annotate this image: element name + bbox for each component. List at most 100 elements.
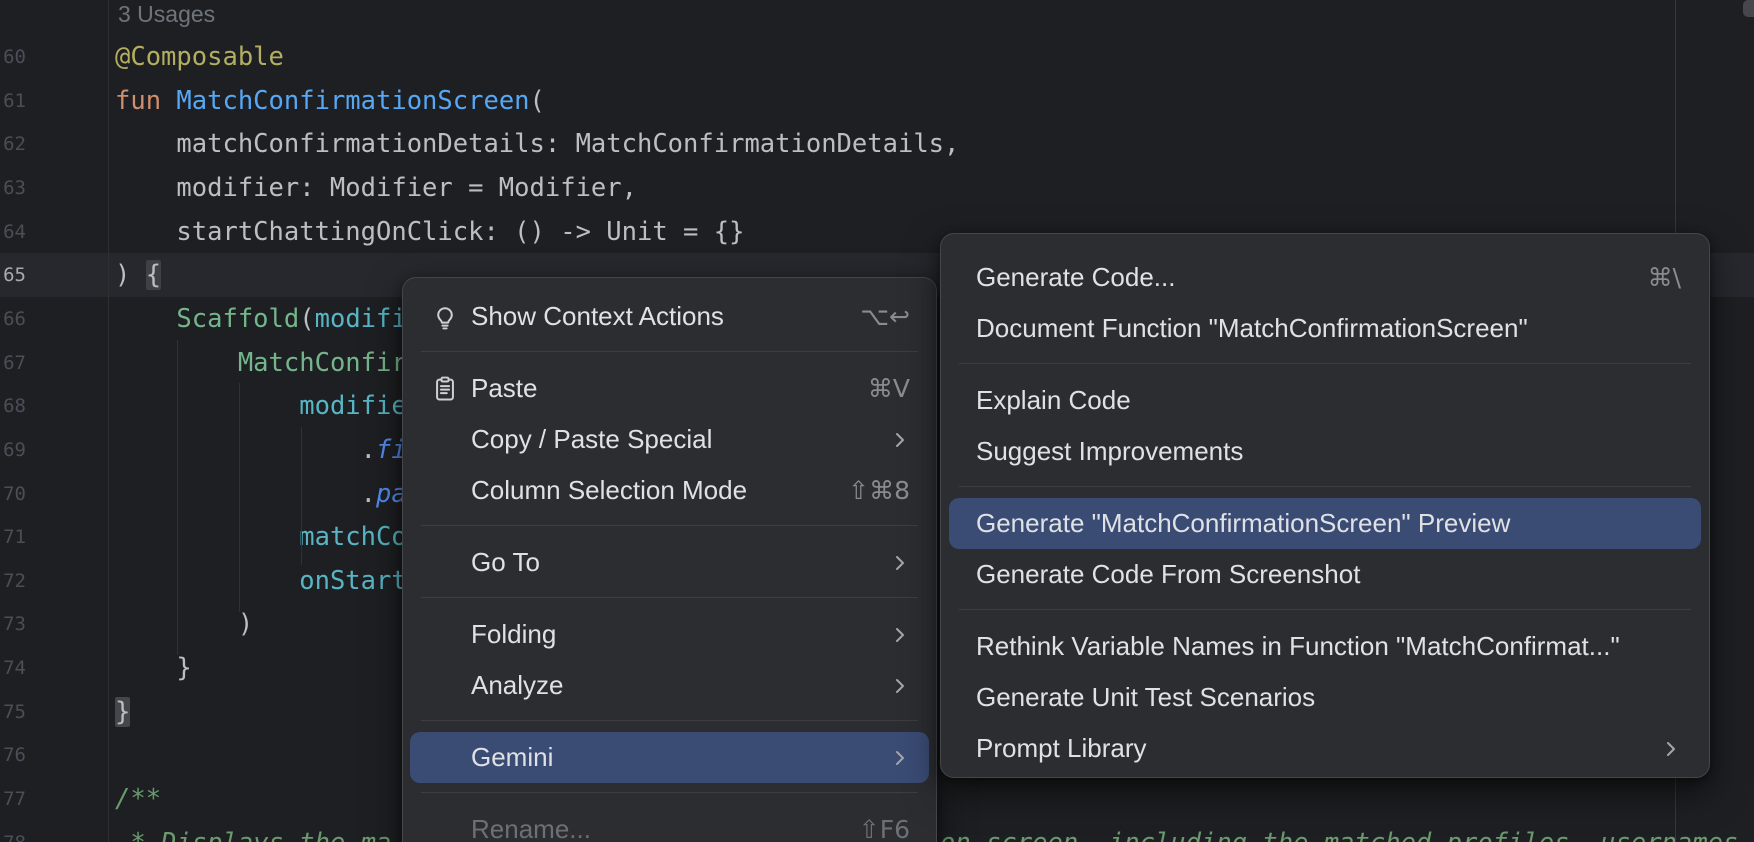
code-text: matchConfirmationDetails: MatchConfirmat… <box>115 122 959 166</box>
lightbulb-icon <box>431 303 471 331</box>
menu-item-show-context-actions[interactable]: Show Context Actions⌥↩ <box>403 291 936 342</box>
code-line: 61 fun MatchConfirmationScreen( <box>0 79 1754 123</box>
code-segment: } <box>115 653 192 683</box>
scrollbar-thumb[interactable] <box>1743 0 1754 17</box>
menu-item-label: Generate Code From Screenshot <box>976 559 1681 590</box>
code-text: ) <box>115 602 253 646</box>
menu-item-paste[interactable]: Paste⌘V <box>403 363 936 414</box>
code-segment: /** <box>115 784 161 814</box>
menu-item-shortcut: ⌥↩ <box>860 302 910 331</box>
editor-context-menu: Show Context Actions⌥↩Paste⌘VCopy / Past… <box>402 277 937 842</box>
chevron-right-icon <box>890 430 910 450</box>
code-segment: ) <box>115 260 146 290</box>
menu-item-label: Explain Code <box>976 385 1681 416</box>
menu-item-column-selection-mode[interactable]: Column Selection Mode⇧⌘8 <box>403 465 936 516</box>
line-number: 73 <box>3 602 26 646</box>
menu-separator <box>421 792 918 793</box>
code-text: startChattingOnClick: () -> Unit = {} <box>115 210 744 254</box>
line-number: 70 <box>3 472 26 516</box>
chevron-right-icon <box>890 748 910 768</box>
menu-item-label: Generate "MatchConfirmationScreen" Previ… <box>976 508 1681 539</box>
menu-item-label: Generate Code... <box>976 262 1648 293</box>
menu-item-shortcut: ⌘\ <box>1648 263 1681 292</box>
menu-item-label: Column Selection Mode <box>471 475 848 506</box>
chevron-right-icon <box>890 553 910 573</box>
code-segment: modifier: Modifier = Modifier, <box>115 173 637 203</box>
menu-item-analyze[interactable]: Analyze <box>403 660 936 711</box>
menu-separator <box>421 720 918 721</box>
menu-item-explain-code[interactable]: Explain Code <box>941 375 1709 426</box>
menu-item-gemini[interactable]: Gemini <box>410 732 929 783</box>
line-number: 78 <box>3 821 26 842</box>
code-segment <box>115 304 176 334</box>
menu-item-label: Generate Unit Test Scenarios <box>976 682 1681 713</box>
indent-guide <box>301 427 302 565</box>
line-number: 72 <box>3 559 26 603</box>
chevron-right-icon <box>890 625 910 645</box>
menu-separator <box>421 351 918 352</box>
line-number: 76 <box>3 733 26 777</box>
code-segment: matchConfirmationDetails: MatchConfirmat… <box>115 129 959 159</box>
menu-item-folding[interactable]: Folding <box>403 609 936 660</box>
menu-item-shortcut: ⇧F6 <box>859 815 910 842</box>
line-number: 69 <box>3 428 26 472</box>
code-line: 62 matchConfirmationDetails: MatchConfir… <box>0 122 1754 166</box>
code-segment <box>115 391 299 421</box>
line-number: 65 <box>3 253 26 297</box>
line-number: 64 <box>3 210 26 254</box>
menu-item-rethink-variable-names-in-function-matchconfirmat[interactable]: Rethink Variable Names in Function "Matc… <box>941 621 1709 672</box>
line-number: 61 <box>3 79 26 123</box>
menu-item-generate-code[interactable]: Generate Code...⌘\ <box>941 252 1709 303</box>
menu-item-label: Folding <box>471 619 890 650</box>
line-number: 63 <box>3 166 26 210</box>
menu-item-generate-matchconfirmationscreen-preview[interactable]: Generate "MatchConfirmationScreen" Previ… <box>949 498 1701 549</box>
menu-separator <box>421 525 918 526</box>
menu-separator <box>421 597 918 598</box>
gemini-submenu: Generate Code...⌘\Document Function "Mat… <box>940 233 1710 778</box>
code-segment: startChattingOnClick: () -> Unit = {} <box>115 217 744 247</box>
code-text: } <box>115 646 192 690</box>
menu-item-document-function-matchconfirmationscreen[interactable]: Document Function "MatchConfirmationScre… <box>941 303 1709 354</box>
usages-inlay-hint[interactable]: 3 Usages <box>118 0 215 28</box>
line-number: 75 <box>3 690 26 734</box>
code-segment: * Displays the ma <box>115 821 391 842</box>
code-line: 60@Composable <box>0 35 1754 79</box>
indent-guide <box>177 340 178 655</box>
menu-item-shortcut: ⌘V <box>868 374 910 403</box>
code-segment: MatchConfirmationScreen <box>176 86 529 116</box>
ide-editor-screen: 3 Usages 60@Composable61 fun MatchConfirm… <box>0 0 1754 842</box>
code-segment: ( <box>530 86 545 116</box>
menu-item-prompt-library[interactable]: Prompt Library <box>941 723 1709 774</box>
menu-item-copy-paste-special[interactable]: Copy / Paste Special <box>403 414 936 465</box>
line-number: 66 <box>3 297 26 341</box>
menu-item-label: Suggest Improvements <box>976 436 1681 467</box>
code-segment: on screen, including the matched profile… <box>940 821 1754 842</box>
code-line: 63 modifier: Modifier = Modifier, <box>0 166 1754 210</box>
menu-item-label: Gemini <box>471 742 890 773</box>
menu-separator <box>959 363 1691 364</box>
menu-item-generate-code-from-screenshot[interactable]: Generate Code From Screenshot <box>941 549 1709 600</box>
code-text: @Composable <box>115 35 284 79</box>
code-segment: . <box>115 479 376 509</box>
menu-item-label: Go To <box>471 547 890 578</box>
chevron-right-icon <box>890 676 910 696</box>
menu-item-label: Paste <box>471 373 868 404</box>
menu-item-go-to[interactable]: Go To <box>403 537 936 588</box>
chevron-right-icon <box>1661 739 1681 759</box>
menu-item-rename[interactable]: Rename...⇧F6 <box>403 804 936 842</box>
menu-item-label: Rethink Variable Names in Function "Matc… <box>976 631 1681 662</box>
code-segment: ) <box>115 609 253 639</box>
line-number: 77 <box>3 777 26 821</box>
code-segment <box>115 522 299 552</box>
line-number: 74 <box>3 646 26 690</box>
line-number: 71 <box>3 515 26 559</box>
code-segment: { <box>146 260 161 290</box>
menu-item-label: Analyze <box>471 670 890 701</box>
menu-separator <box>959 486 1691 487</box>
code-text: modifier: Modifier = Modifier, <box>115 166 637 210</box>
code-text: fun MatchConfirmationScreen( <box>115 79 545 123</box>
menu-item-generate-unit-test-scenarios[interactable]: Generate Unit Test Scenarios <box>941 672 1709 723</box>
line-number: 67 <box>3 341 26 385</box>
menu-item-suggest-improvements[interactable]: Suggest Improvements <box>941 426 1709 477</box>
code-segment: . <box>115 435 376 465</box>
